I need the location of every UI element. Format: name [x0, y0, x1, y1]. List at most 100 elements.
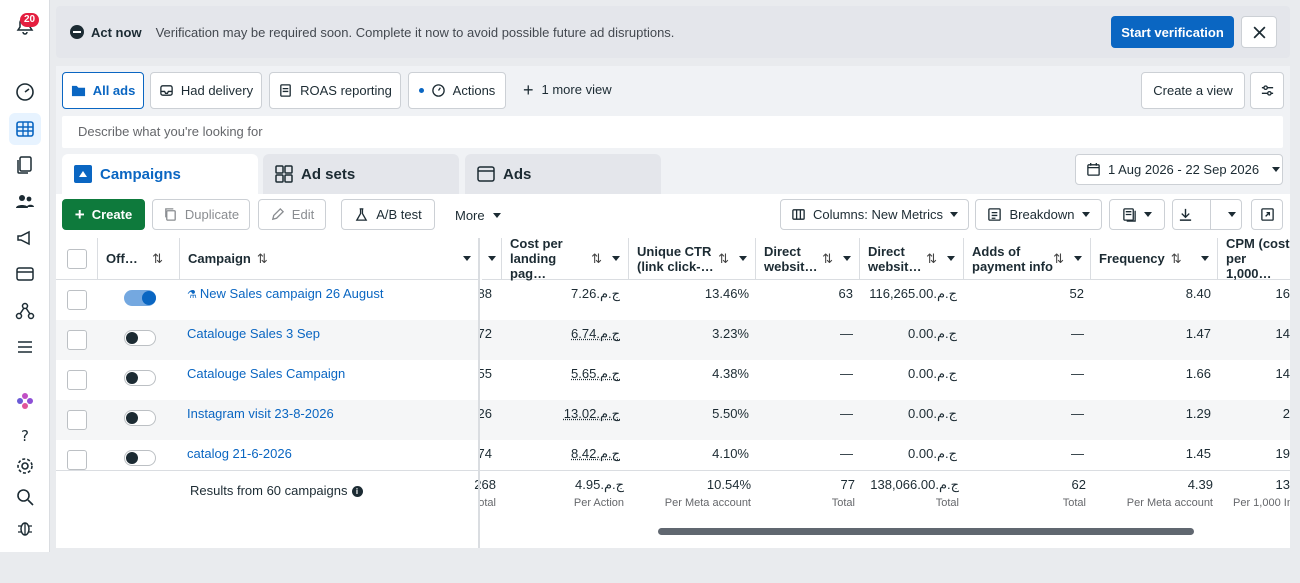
page-footer [0, 552, 1300, 583]
view-had-delivery[interactable]: Had delivery [150, 72, 262, 109]
chevron-down-icon[interactable] [612, 256, 620, 261]
sort-arrows-icon[interactable]: ⇅ [822, 251, 833, 267]
menu-lines-icon[interactable] [9, 331, 41, 363]
create-button[interactable]: + Create [62, 199, 145, 230]
tab-ad-sets[interactable]: Ad sets [263, 154, 459, 194]
pages-icon[interactable] [9, 149, 41, 181]
tab-ads[interactable]: Ads [465, 154, 661, 194]
dashboard-gauge-icon[interactable] [9, 76, 41, 108]
close-icon[interactable] [1241, 16, 1277, 48]
header-adds-payment-info[interactable]: Adds of payment info ⇅ [964, 238, 1091, 280]
chevron-down-icon[interactable] [947, 256, 955, 261]
meta-flower-icon[interactable] [9, 385, 41, 417]
view-all-ads[interactable]: All ads [62, 72, 144, 109]
toggle-knob [126, 332, 138, 344]
more-button[interactable]: More [455, 208, 501, 223]
row-checkbox[interactable] [67, 450, 87, 470]
chevron-down-icon[interactable] [463, 256, 471, 261]
table-row[interactable]: ⚗ New Sales campaign 26 August 88 7.26.ج.م… [56, 280, 1290, 320]
search-input[interactable]: Describe what you're looking for [62, 116, 1283, 148]
tab-campaigns[interactable]: Campaigns [62, 154, 258, 194]
campaign-toggle[interactable] [124, 370, 156, 386]
audience-people-icon[interactable] [9, 185, 41, 217]
help-question-icon[interactable]: ? [9, 419, 41, 451]
summary-cpm: 13 [1275, 477, 1290, 492]
toggle-knob [126, 372, 138, 384]
table-grid-icon[interactable] [9, 113, 41, 145]
cpm: 2 [1282, 406, 1290, 421]
bug-report-icon[interactable] [9, 512, 41, 544]
view-actions[interactable]: Actions [408, 72, 506, 109]
sort-arrows-icon[interactable]: ⇅ [1053, 251, 1064, 267]
campaign-name-link[interactable]: Catalouge Sales 3 Sep [187, 324, 320, 344]
events-manager-icon[interactable] [9, 295, 41, 327]
row-checkbox[interactable] [67, 290, 87, 310]
billing-card-icon[interactable] [9, 258, 41, 290]
campaign-name-link[interactable]: catalog 21-6-2026 [187, 444, 292, 464]
settings-gear-icon[interactable] [9, 450, 41, 482]
edit-button[interactable]: Edit [258, 199, 326, 230]
header-unique-ctr[interactable]: Unique CTR (link click-… ⇅ [629, 238, 756, 280]
sort-arrows-icon[interactable]: ⇅ [591, 251, 602, 267]
header-direct-website-2[interactable]: Direct websit… ⇅ [860, 238, 964, 280]
sort-arrows-icon[interactable]: ⇅ [1171, 251, 1191, 267]
row-checkbox[interactable] [67, 370, 87, 390]
sort-arrows-icon[interactable]: ⇅ [926, 251, 937, 267]
more-views-button[interactable]: + 1 more view [523, 81, 612, 99]
megaphone-icon[interactable] [9, 222, 41, 254]
campaign-toggle[interactable] [124, 330, 156, 346]
campaign-name-link[interactable]: ⚗ New Sales campaign 26 August [187, 284, 383, 304]
reports-dropdown[interactable] [1109, 199, 1165, 230]
table-row[interactable]: Catalouge Sales 3 Sep 72 6.74.ج.م 3.23% — 0.0… [56, 320, 1290, 360]
chevron-down-icon[interactable] [739, 256, 747, 261]
adds-payment-info: — [1071, 446, 1084, 461]
chevron-down-icon[interactable] [1074, 256, 1082, 261]
expand-icon[interactable] [1251, 199, 1283, 230]
summary-ctr: 10.54% [706, 477, 751, 492]
summary-partial-sub: otal [478, 497, 496, 509]
date-range-picker[interactable]: 1 Aug 2026 - 22 Sep 2026 [1075, 154, 1283, 185]
header-cost-per-landing-page[interactable]: Cost per landing pag… ⇅ [502, 238, 629, 281]
header-frequency[interactable]: Frequency ⇅ [1091, 238, 1218, 280]
campaign-toggle[interactable] [124, 410, 156, 426]
header-campaign[interactable]: Campaign ⇅ [180, 238, 480, 280]
header-partial[interactable] [482, 238, 502, 280]
campaign-name-link[interactable]: Instagram visit 23-8-2026 [187, 404, 334, 424]
start-verification-button[interactable]: Start verification [1111, 16, 1234, 48]
sort-arrows-icon[interactable]: ⇅ [257, 251, 453, 267]
export-dropdown[interactable] [1172, 199, 1242, 230]
filter-sliders-icon[interactable] [1250, 72, 1284, 109]
toggle-knob [142, 291, 156, 305]
search-icon[interactable] [9, 481, 41, 513]
create-view-button[interactable]: Create a view [1141, 72, 1245, 109]
create-label: Create [91, 207, 133, 222]
warning-minus-icon [70, 25, 84, 39]
row-checkbox[interactable] [67, 410, 87, 430]
svg-text:?: ? [21, 427, 29, 445]
breakdown-dropdown[interactable]: Breakdown [975, 199, 1102, 230]
chevron-down-icon[interactable] [488, 256, 496, 261]
duplicate-button[interactable]: Duplicate [152, 199, 250, 230]
campaign-toggle[interactable] [124, 290, 156, 306]
chevron-down-icon[interactable] [843, 256, 851, 261]
chevron-down-icon[interactable] [1201, 256, 1209, 261]
horizontal-scrollbar[interactable] [658, 528, 1194, 535]
campaign-toggle[interactable] [124, 450, 156, 466]
header-direct-website-1[interactable]: Direct websit… ⇅ [756, 238, 860, 280]
header-cpm[interactable]: CPM (cost per 1,000… [1218, 238, 1290, 281]
sort-arrows-icon[interactable]: ⇅ [152, 251, 163, 267]
sort-arrows-icon[interactable]: ⇅ [718, 251, 729, 267]
header-off[interactable]: Off… ⇅ [98, 238, 180, 280]
unique-ctr: 4.38% [712, 366, 749, 381]
view-roas-reporting[interactable]: ROAS reporting [269, 72, 401, 109]
folder-icon [71, 85, 85, 97]
columns-dropdown[interactable]: Columns: New Metrics [780, 199, 969, 230]
table-row[interactable]: Instagram visit 23-8-2026 26 13.02.ج.م 5.50… [56, 400, 1290, 440]
ab-test-button[interactable]: A/B test [341, 199, 435, 230]
select-all-checkbox[interactable] [67, 249, 87, 269]
cost-per-landing-page: 6.74.ج.م [571, 326, 620, 341]
info-icon[interactable]: i [351, 485, 363, 497]
table-row[interactable]: Catalouge Sales Campaign 55 5.65.ج.م 4.38% —… [56, 360, 1290, 400]
row-checkbox[interactable] [67, 330, 87, 350]
campaign-name-link[interactable]: Catalouge Sales Campaign [187, 364, 345, 384]
